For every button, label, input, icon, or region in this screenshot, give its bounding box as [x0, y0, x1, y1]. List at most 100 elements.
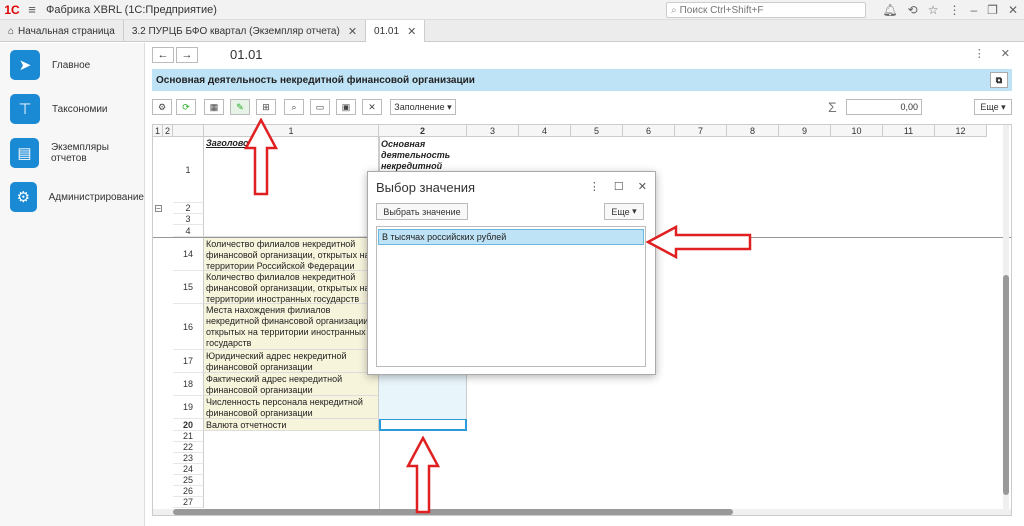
refresh-icon[interactable]: ⟳ [176, 99, 196, 115]
row-number[interactable]: 22 [173, 442, 204, 453]
bell-icon[interactable]: 🔔︎ [882, 3, 897, 17]
column-header[interactable]: 1 [204, 125, 379, 137]
column-header[interactable]: 5 [571, 125, 623, 137]
row-number[interactable]: 17 [173, 350, 204, 373]
tab-report-instance[interactable]: 3.2 ПУРЦБ БФО квартал (Экземпляр отчета)… [124, 20, 367, 42]
hamburger-menu-icon[interactable]: ≡ [24, 0, 40, 20]
minimize-icon[interactable]: – [970, 3, 977, 17]
column-header[interactable]: 6 [623, 125, 675, 137]
table-icon[interactable]: ▦ [204, 99, 224, 115]
tab-home[interactable]: ⌂ Начальная страница [0, 20, 124, 42]
more-button-label: Еще [980, 102, 999, 112]
table-row[interactable]: Места нахождения филиалов некредитной фи… [204, 304, 379, 350]
header-cell[interactable]: Заголовок [204, 137, 379, 237]
close-icon[interactable]: ✕ [1008, 3, 1018, 17]
row-number[interactable]: 3 [173, 214, 204, 225]
column-header[interactable]: 4 [519, 125, 571, 137]
table-row[interactable]: Количество филиалов некредитной финансов… [204, 238, 379, 271]
close-icon[interactable]: ✕ [1001, 47, 1010, 60]
insert-row-icon[interactable]: ⊞ [256, 99, 276, 115]
column-header[interactable]: 10 [831, 125, 883, 137]
column-header[interactable]: 3 [467, 125, 519, 137]
row-number[interactable]: 21 [173, 431, 204, 442]
fill-button[interactable]: Заполнение ▾ [390, 99, 456, 115]
selected-cell[interactable] [379, 418, 467, 431]
row-number[interactable]: 16 [173, 304, 204, 350]
table-row[interactable]: Юридический адрес некредитной финансовой… [204, 350, 379, 373]
column-header[interactable]: 8 [727, 125, 779, 137]
find-icon[interactable]: ⌕ [284, 99, 304, 115]
row-number[interactable]: 2 [173, 203, 204, 214]
sum-icon: Σ [828, 99, 837, 115]
row-number[interactable]: 23 [173, 453, 204, 464]
value-cells[interactable] [379, 373, 467, 419]
menu-dots-icon[interactable]: ⋮ [589, 180, 600, 193]
settings-icon[interactable]: ⚙ [152, 99, 172, 115]
table-row[interactable]: Численность персонала некредитной финанс… [204, 396, 379, 419]
toolbar: ⚙ ⟳ ▦ ✎ ⊞ ⌕ ▭ ▣ ✕ Заполнение ▾ Σ 0,00 Ещ… [152, 99, 1012, 117]
outline-level-1[interactable]: 1 [153, 125, 163, 137]
select-value-dialog: Выбор значения ⋮ ☐ ✕ Выбрать значение Ещ… [367, 171, 656, 375]
table-row[interactable]: Валюта отчетности [204, 419, 379, 431]
dialog-title: Выбор значения [376, 180, 476, 195]
column-header[interactable]: 2 [379, 125, 467, 137]
close-icon[interactable]: ✕ [638, 180, 647, 193]
menu-dots-icon[interactable]: ⋮ [974, 47, 985, 60]
row-number[interactable]: 4 [173, 225, 204, 237]
star-icon[interactable]: ☆ [928, 3, 939, 17]
tab-home-label: Начальная страница [18, 25, 115, 37]
column-header[interactable]: 12 [935, 125, 987, 137]
clear-icon[interactable]: ✕ [362, 99, 382, 115]
close-tab-icon[interactable]: ✕ [348, 25, 357, 38]
tab-0101-label: 01.01 [374, 25, 400, 37]
hierarchy-icon: ⊤ [10, 94, 40, 124]
row-number[interactable]: 26 [173, 486, 204, 497]
collapse-group-icon[interactable]: – [155, 205, 162, 212]
row-number[interactable]: 19 [173, 396, 204, 419]
row-number[interactable]: 14 [173, 238, 204, 271]
table-row[interactable]: Количество филиалов некредитной финансов… [204, 271, 379, 304]
more-button[interactable]: Еще ▾ [974, 99, 1012, 115]
app-logo: 1С [4, 2, 20, 17]
row-number[interactable]: 25 [173, 475, 204, 486]
search-input[interactable] [679, 4, 850, 16]
row-number[interactable]: 24 [173, 464, 204, 475]
outline-level-2[interactable]: 2 [163, 125, 173, 137]
tab-0101[interactable]: 01.01 ✕ [366, 20, 426, 42]
row-number[interactable]: 18 [173, 373, 204, 396]
list-item[interactable]: В тысячах российских рублей [378, 229, 644, 245]
column-header[interactable]: 9 [779, 125, 831, 137]
row-number[interactable]: 1 [173, 137, 204, 203]
horizontal-scrollbar[interactable] [153, 509, 1011, 515]
column-header[interactable]: 7 [675, 125, 727, 137]
close-tab-icon[interactable]: ✕ [407, 25, 416, 38]
chevron-down-icon: ▾ [1001, 101, 1006, 112]
restore-icon[interactable]: ❐ [987, 3, 998, 17]
copy-icon[interactable]: ⧉ [990, 72, 1008, 88]
section-header: Основная деятельность некредитной финанс… [152, 69, 1012, 91]
window-tabs: ⌂ Начальная страница 3.2 ПУРЦБ БФО кварт… [0, 20, 1024, 42]
tab-report-instance-label: 3.2 ПУРЦБ БФО квартал (Экземпляр отчета) [131, 25, 340, 37]
sidebar-item-main[interactable]: ➤ Главное [0, 43, 144, 87]
sidebar-item-taxonomies[interactable]: ⊤ Таксономии [0, 87, 144, 131]
dialog-more-button[interactable]: Еще ▾ [604, 203, 644, 220]
history-icon[interactable]: ⟲ [908, 3, 918, 17]
restore-icon[interactable]: ☐ [614, 180, 624, 193]
select-value-button[interactable]: Выбрать значение [376, 203, 468, 220]
row-number[interactable]: 15 [173, 271, 204, 304]
vertical-scrollbar[interactable] [1003, 125, 1009, 515]
menu-dots-icon[interactable]: ⋮ [948, 3, 960, 17]
comment-icon[interactable]: ▭ [310, 99, 330, 115]
sidebar-item-report-instances[interactable]: ▤ Экземпляры отчетов [0, 131, 144, 175]
sidebar-item-administration[interactable]: ⚙ Администрирование [0, 175, 144, 219]
save-icon[interactable]: ▣ [336, 99, 356, 115]
global-search[interactable]: ⌕ [666, 2, 866, 18]
back-button[interactable]: ← [152, 47, 174, 63]
table-row[interactable]: Фактический адрес некредитной финансовой… [204, 373, 379, 396]
row-number[interactable]: 27 [173, 497, 204, 508]
edit-icon[interactable]: ✎ [230, 99, 250, 115]
forward-button[interactable]: → [176, 47, 198, 63]
row-number[interactable]: 20 [173, 419, 204, 431]
chevron-down-icon: ▾ [447, 101, 452, 112]
column-header[interactable]: 11 [883, 125, 935, 137]
